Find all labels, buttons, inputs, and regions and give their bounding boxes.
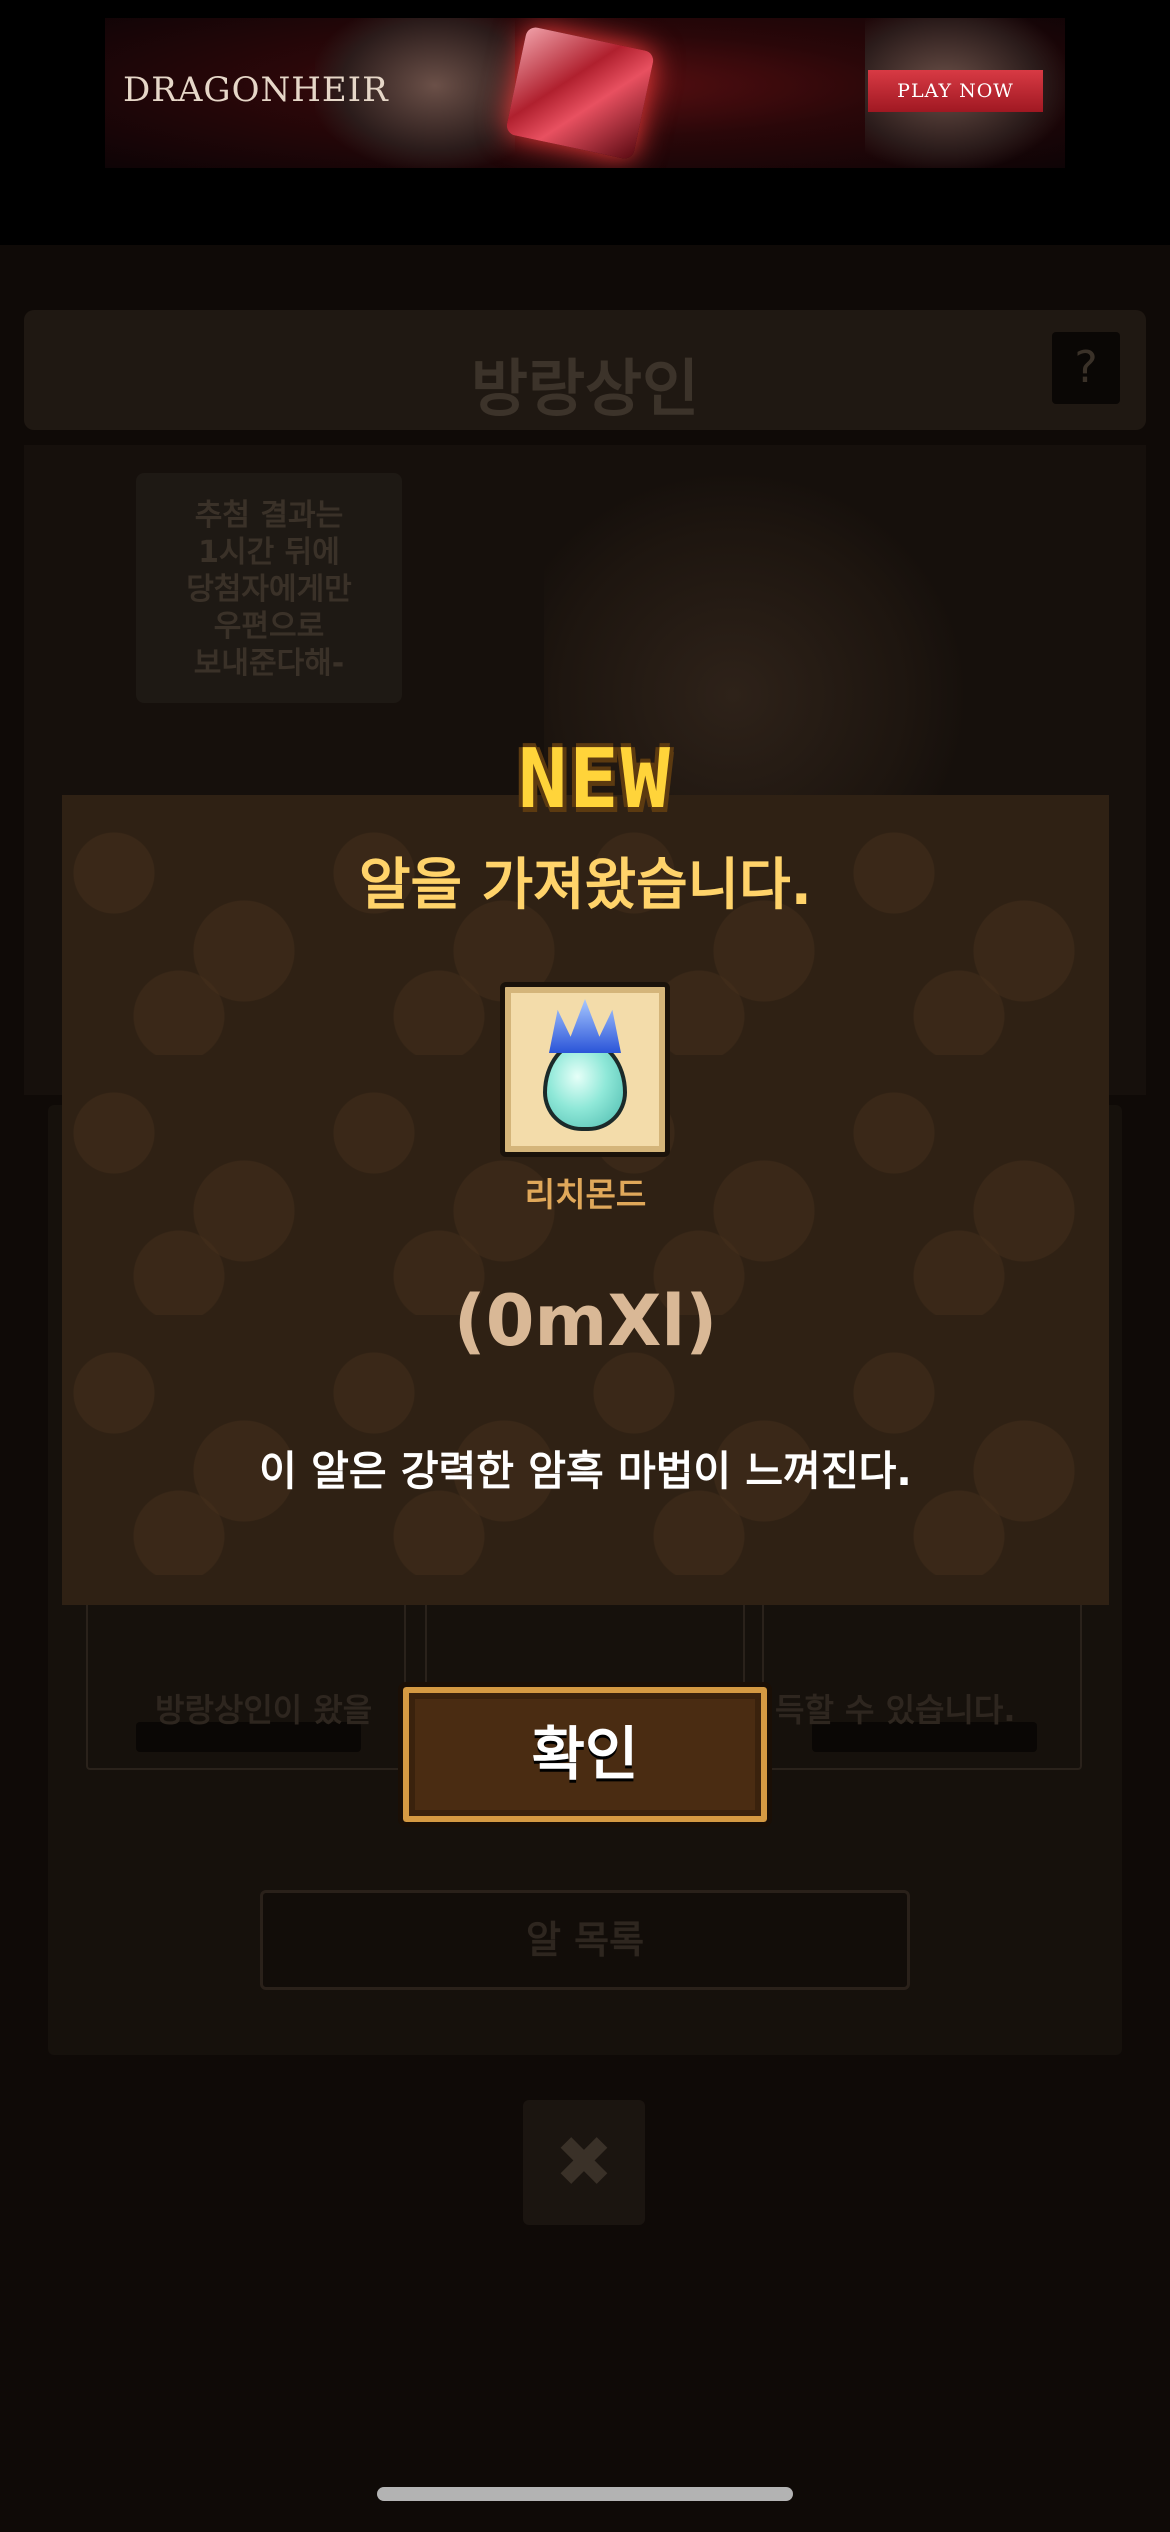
help-button[interactable]: ? [1052,332,1120,404]
ad-play-now-button[interactable]: PLAY NOW [868,70,1043,112]
confirm-button[interactable]: 확인 [398,1682,772,1827]
close-button[interactable]: ✖ [523,2100,645,2225]
egg-name: 리치몬드 [524,1175,647,1214]
ad-area: DRAGONHEIR PLAY NOW [0,0,1170,245]
speech-line: 우편으로 [213,609,325,644]
ad-banner[interactable]: DRAGONHEIR PLAY NOW [105,18,1065,168]
page-title: 방랑상인 [470,352,700,425]
egg-slot[interactable] [762,1595,1082,1770]
confirm-button-label: 확인 [531,1720,639,1788]
ad-logo: DRAGONHEIR [123,70,389,110]
egg-description: 이 알은 강력한 암흑 마법이 느껴진다. [259,1447,912,1495]
speech-line: 1시간 뒤에 [198,535,340,570]
info-text-left: 방랑상인이 왔을 [155,1691,373,1729]
egg-card [500,982,670,1157]
ad-gem-image [504,25,656,161]
speech-line: 추첨 결과는 [194,498,344,533]
speech-line: 당첨자에게만 [186,572,352,607]
modal-title: 알을 가져왔습니다. [359,853,812,918]
home-indicator[interactable] [377,2487,793,2501]
speech-bubble: 추첨 결과는 1시간 뒤에 당첨자에게만 우편으로 보내준다해- [136,473,402,703]
egg-slot[interactable] [86,1595,406,1770]
new-badge: NEW [517,732,673,827]
info-text-right: 득할 수 있습니다. [775,1691,1016,1729]
egg-code: (0mXl) [453,1280,718,1362]
speech-line: 보내준다해- [193,646,345,681]
egg-list-button[interactable]: 알 목록 [260,1890,910,1990]
egg-crest-icon [549,999,621,1053]
title-bar: 방랑상인 ? [24,310,1146,430]
